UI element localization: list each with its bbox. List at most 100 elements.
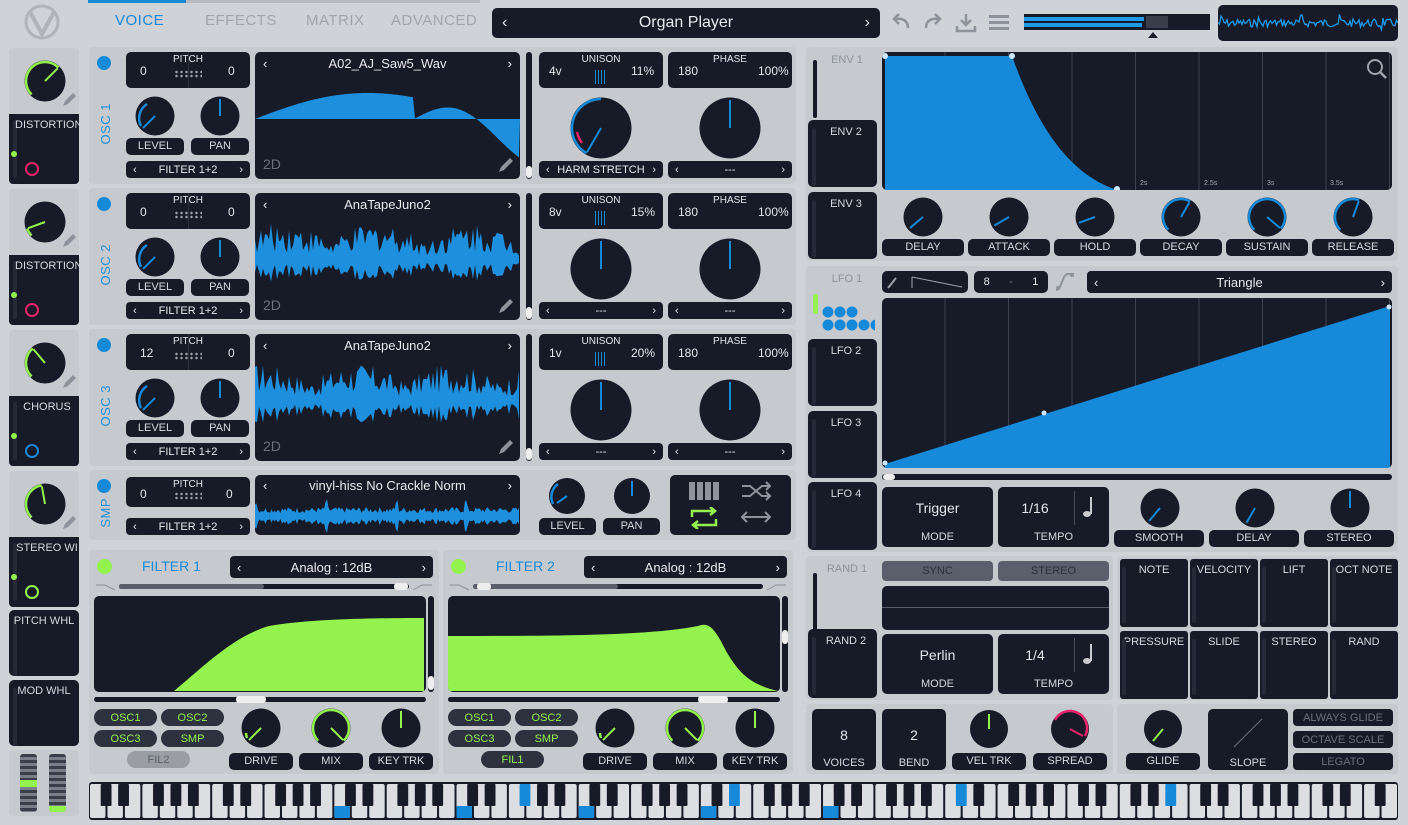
lfo-delay-knob[interactable] bbox=[1235, 488, 1275, 528]
wave-next-icon[interactable]: › bbox=[508, 197, 512, 212]
wave-frame-slider[interactable] bbox=[526, 334, 532, 461]
rand-tempo-selector[interactable]: 1/4 TEMPO bbox=[998, 634, 1109, 694]
osc-spectral-selector[interactable]: ‹ --- › bbox=[668, 302, 792, 319]
redo-icon[interactable] bbox=[922, 12, 944, 32]
lfo-tempo-selector[interactable]: 1/16 TEMPO bbox=[998, 487, 1109, 547]
filter-blend-slider[interactable] bbox=[473, 583, 763, 590]
mod-wheel-slot[interactable]: MOD WHL bbox=[9, 680, 79, 746]
fx-mix-knob[interactable] bbox=[24, 201, 66, 243]
rand-tab-2[interactable]: RAND 2 bbox=[808, 629, 877, 698]
edit-icon[interactable] bbox=[497, 156, 515, 174]
wave-prev-icon[interactable]: ‹ bbox=[263, 56, 267, 71]
edit-icon[interactable] bbox=[497, 438, 515, 456]
osc-level-knob[interactable] bbox=[135, 237, 175, 277]
osc-3-power-button[interactable] bbox=[97, 338, 111, 352]
glide-knob[interactable] bbox=[1143, 709, 1183, 749]
random-phase-icon[interactable] bbox=[740, 481, 772, 501]
env-release-knob[interactable] bbox=[1333, 197, 1373, 237]
osc-pan-knob[interactable] bbox=[200, 237, 240, 277]
osc-pan-knob[interactable] bbox=[200, 96, 240, 136]
filter-src-smp[interactable]: SMP bbox=[515, 730, 578, 747]
osc-spectral-knob[interactable] bbox=[699, 97, 761, 159]
sample-pan-knob[interactable] bbox=[613, 477, 651, 515]
wave-frame-slider[interactable] bbox=[526, 52, 532, 179]
mod-source-stereo[interactable]: STEREO bbox=[1260, 631, 1328, 699]
osc-spectral-knob[interactable] bbox=[699, 379, 761, 441]
env-tab-3[interactable]: ENV 3 bbox=[808, 192, 877, 259]
bend-selector[interactable]: 2 BEND bbox=[882, 709, 946, 770]
mod-source-pressure[interactable]: PRESSURE bbox=[1120, 631, 1188, 699]
mod-source-slide[interactable]: SLIDE bbox=[1190, 631, 1258, 699]
osc-unison[interactable]: 8v UNISON 15% bbox=[539, 193, 663, 229]
edit-icon[interactable] bbox=[61, 374, 77, 390]
lfo-tab-2[interactable]: LFO 2 bbox=[808, 339, 877, 406]
osc-spectral-selector[interactable]: ‹ --- › bbox=[668, 161, 792, 178]
volume-meter[interactable] bbox=[1024, 14, 1210, 30]
filter-src-osc2[interactable]: OSC2 bbox=[515, 709, 578, 726]
slope-control[interactable]: SLOPE bbox=[1208, 709, 1288, 770]
lfo-tab-1[interactable]: LFO 1 bbox=[809, 269, 875, 335]
env-decay-knob[interactable] bbox=[1161, 197, 1201, 237]
mod-wheel[interactable] bbox=[49, 754, 66, 812]
keytrack-icon[interactable] bbox=[688, 481, 720, 501]
fx-slot-body[interactable]: STEREO WI bbox=[9, 537, 79, 607]
filter-src-osc2[interactable]: OSC2 bbox=[161, 709, 224, 726]
filter-mix-knob[interactable] bbox=[665, 708, 705, 748]
osc-2-power-button[interactable] bbox=[97, 197, 111, 211]
filter-src-smp[interactable]: SMP bbox=[161, 730, 224, 747]
osc-distortion-selector[interactable]: ‹ --- › bbox=[539, 302, 663, 319]
env-tab-1[interactable]: ENV 1 bbox=[809, 50, 875, 118]
mod-source-rand[interactable]: RAND bbox=[1330, 631, 1398, 699]
tab-voice[interactable]: VOICE bbox=[115, 12, 164, 29]
filter-src-osc1[interactable]: OSC1 bbox=[448, 709, 511, 726]
lfo-mode-selector[interactable]: Trigger MODE bbox=[882, 487, 993, 547]
osc-spectral-knob[interactable] bbox=[699, 238, 761, 300]
osc-phase[interactable]: 180 PHASE 100% bbox=[668, 334, 792, 370]
lfo-tab-4[interactable]: LFO 4 bbox=[808, 482, 877, 550]
lfo-stereo-knob[interactable] bbox=[1330, 488, 1370, 528]
osc-phase[interactable]: 180 PHASE 100% bbox=[668, 193, 792, 229]
zoom-icon[interactable] bbox=[1366, 58, 1388, 80]
tab-effects[interactable]: EFFECTS bbox=[205, 12, 277, 29]
undo-icon[interactable] bbox=[890, 12, 912, 32]
lfo-shape-selector[interactable]: ‹ Triangle › bbox=[1087, 271, 1392, 293]
note-icon[interactable] bbox=[1082, 495, 1096, 519]
filter-src-osc1[interactable]: OSC1 bbox=[94, 709, 157, 726]
filter-2-power-button[interactable] bbox=[451, 559, 466, 574]
osc-distortion-knob[interactable] bbox=[570, 97, 632, 159]
osc-route-selector[interactable]: ‹ FILTER 1+2 › bbox=[126, 302, 250, 319]
filter-resonance-slider[interactable] bbox=[782, 596, 788, 692]
osc-waveform[interactable]: ‹ A02_AJ_Saw5_Wav › 2D bbox=[255, 52, 520, 179]
edit-icon[interactable] bbox=[61, 233, 77, 249]
osc-level-knob[interactable] bbox=[135, 378, 175, 418]
osc-spectral-selector[interactable]: ‹ --- › bbox=[668, 443, 792, 460]
tab-matrix[interactable]: MATRIX bbox=[306, 12, 365, 29]
wave-frame-slider[interactable] bbox=[526, 193, 532, 320]
filter-mix-knob[interactable] bbox=[311, 708, 351, 748]
filter-response-graph[interactable] bbox=[448, 596, 780, 692]
env-attack-knob[interactable] bbox=[989, 197, 1029, 237]
filter-blend-slider[interactable] bbox=[119, 583, 409, 590]
loop-icon[interactable] bbox=[688, 507, 720, 529]
menu-icon[interactable] bbox=[988, 14, 1010, 32]
lfo-phase-slider[interactable] bbox=[882, 474, 1392, 480]
mod-source-lift[interactable]: LIFT bbox=[1260, 559, 1328, 627]
rand-mode-selector[interactable]: Perlin MODE bbox=[882, 634, 993, 694]
osc-1-power-button[interactable] bbox=[97, 56, 111, 70]
osc-pitch[interactable]: 12 PITCH 0 bbox=[126, 334, 250, 370]
spread-knob[interactable] bbox=[1050, 709, 1090, 749]
pitch-wheel-slot[interactable]: PITCH WHL bbox=[9, 610, 79, 676]
volume-marker-icon[interactable] bbox=[1148, 32, 1158, 39]
tab-advanced[interactable]: ADVANCED bbox=[391, 12, 477, 29]
filter-model-selector[interactable]: ‹ Analog : 12dB › bbox=[584, 556, 787, 578]
lfo-grid-selector[interactable]: 8 - 1 bbox=[974, 271, 1048, 293]
filter-resonance-slider[interactable] bbox=[428, 596, 434, 692]
keyboard[interactable] bbox=[89, 782, 1398, 820]
osc-pan-knob[interactable] bbox=[200, 378, 240, 418]
env-delay-knob[interactable] bbox=[903, 197, 943, 237]
lfo-smooth-knob[interactable] bbox=[1140, 488, 1180, 528]
lfo-smooth-icon[interactable] bbox=[1054, 272, 1076, 292]
osc-waveform[interactable]: ‹ AnaTapeJuno2 › 2D bbox=[255, 193, 520, 320]
sample-prev-icon[interactable]: ‹ bbox=[263, 478, 267, 493]
fx-slot-body[interactable]: CHORUS bbox=[9, 396, 79, 466]
